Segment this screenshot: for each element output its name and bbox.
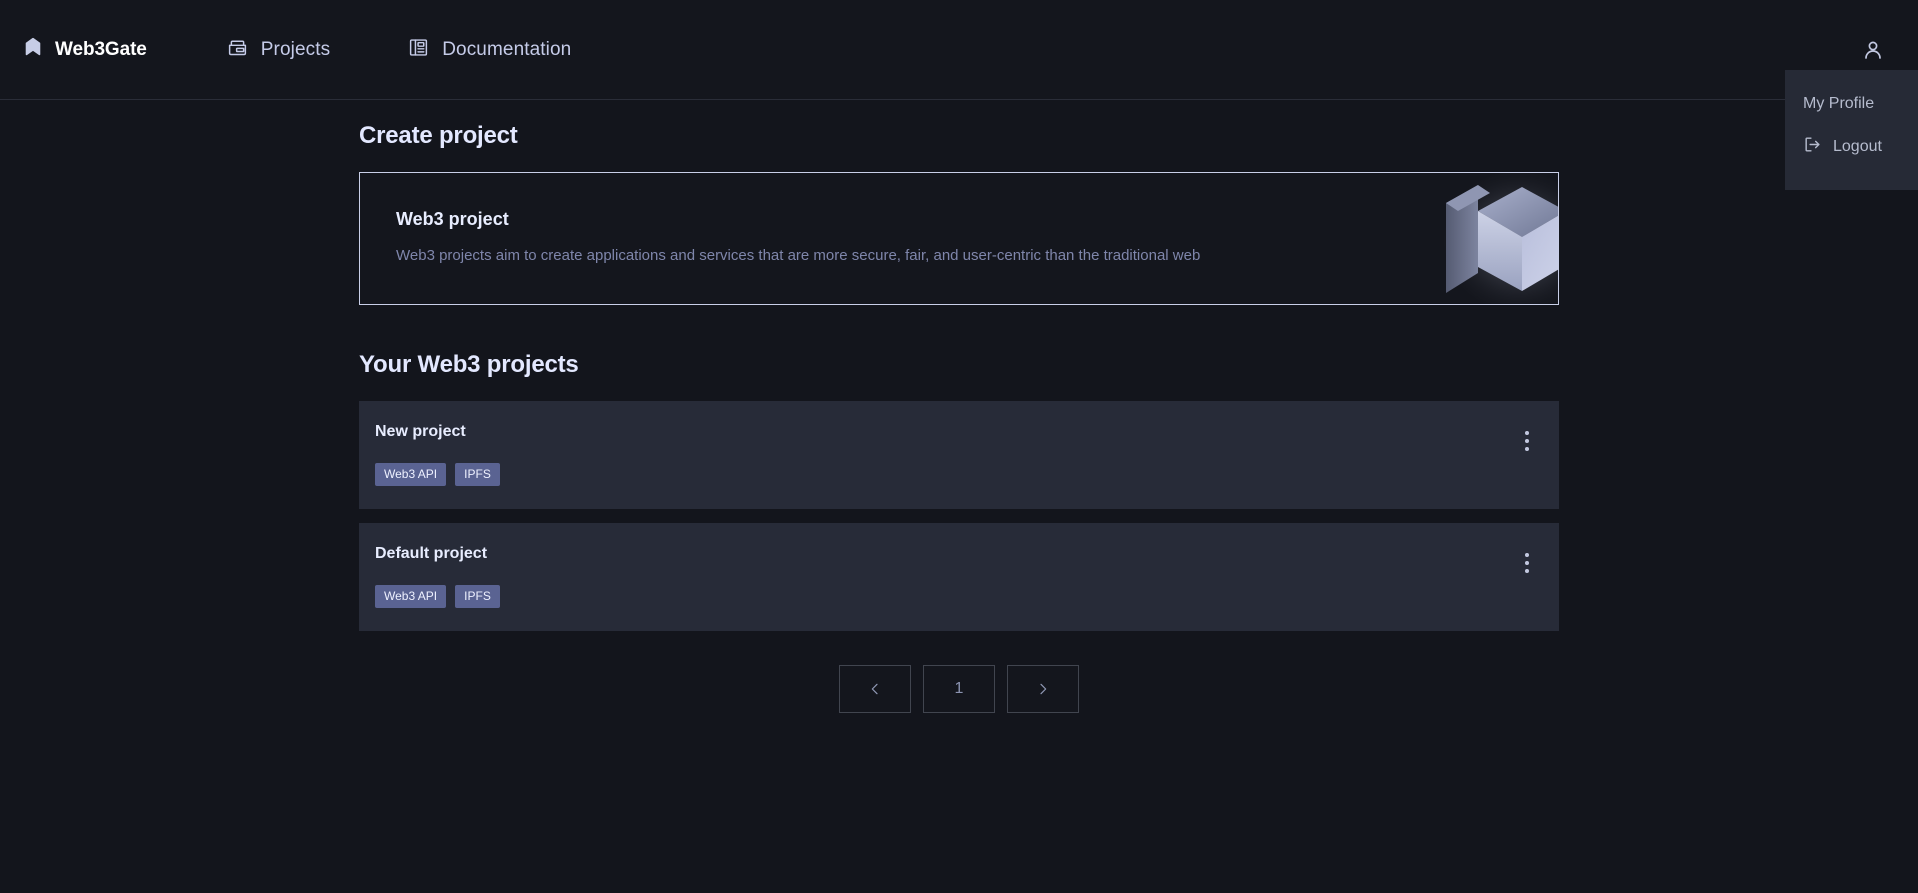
pagination: 1 [359,665,1559,713]
project-tag: IPFS [455,463,500,486]
pagination-page-label: 1 [954,680,964,697]
top-header: Web3Gate Projects Documentation [0,0,1918,100]
nav-item-documentation[interactable]: Documentation [408,37,571,63]
brand-logo[interactable]: Web3Gate [22,36,147,63]
dropdown-item-logout[interactable]: Logout [1785,124,1918,170]
project-tag: Web3 API [375,463,447,486]
content-container: Create project Web3 project Web3 project… [359,100,1559,713]
nav-label-documentation: Documentation [442,38,572,60]
project-tag-row: Web3 API IPFS [375,463,1533,486]
pagination-next-button[interactable] [1007,665,1079,713]
profile-dropdown-menu: My Profile Logout [1785,70,1918,190]
project-name: Default project [375,545,488,562]
create-card-title: Web3 project [396,209,509,230]
kebab-menu-icon[interactable] [1521,549,1533,577]
create-card-description: Web3 projects aim to create applications… [396,247,1201,265]
chevron-right-icon [1035,681,1051,697]
project-card[interactable]: Default project Web3 API IPFS [359,523,1559,631]
project-name: New project [375,423,466,440]
header-right-group [1856,33,1890,67]
pagination-prev-button[interactable] [839,665,911,713]
project-tag: Web3 API [375,585,447,608]
dropdown-item-my-profile[interactable]: My Profile [1785,84,1918,124]
project-card[interactable]: New project Web3 API IPFS [359,401,1559,509]
user-avatar-icon[interactable] [1856,33,1890,67]
create-project-title: Create project [359,122,518,149]
main-content: Create project Web3 project Web3 project… [0,100,1918,713]
create-web3-project-card[interactable]: Web3 project Web3 projects aim to create… [359,172,1559,305]
kebab-menu-icon[interactable] [1521,427,1533,455]
nav-label-projects: Projects [260,38,331,60]
project-tag: IPFS [455,585,500,608]
wallet-icon [227,37,248,63]
project-tag-row: Web3 API IPFS [375,585,1533,608]
chevron-left-icon [867,681,883,697]
3d-cube-icon [1438,173,1558,304]
nav-item-projects[interactable]: Projects [227,37,330,63]
logout-arrow-icon [1803,135,1822,159]
dropdown-item-logout-label: Logout [1833,138,1882,155]
3d-cube-illustration-wrap [1438,173,1558,304]
dropdown-item-my-profile-label: My Profile [1803,95,1875,112]
your-projects-title: Your Web3 projects [359,351,579,378]
bookmark-logo-icon [22,36,44,63]
book-icon [408,37,429,63]
pagination-page-1-button[interactable]: 1 [923,665,995,713]
brand-name: Web3Gate [55,38,147,60]
create-card-body: Web3 project Web3 projects aim to create… [360,209,1236,267]
